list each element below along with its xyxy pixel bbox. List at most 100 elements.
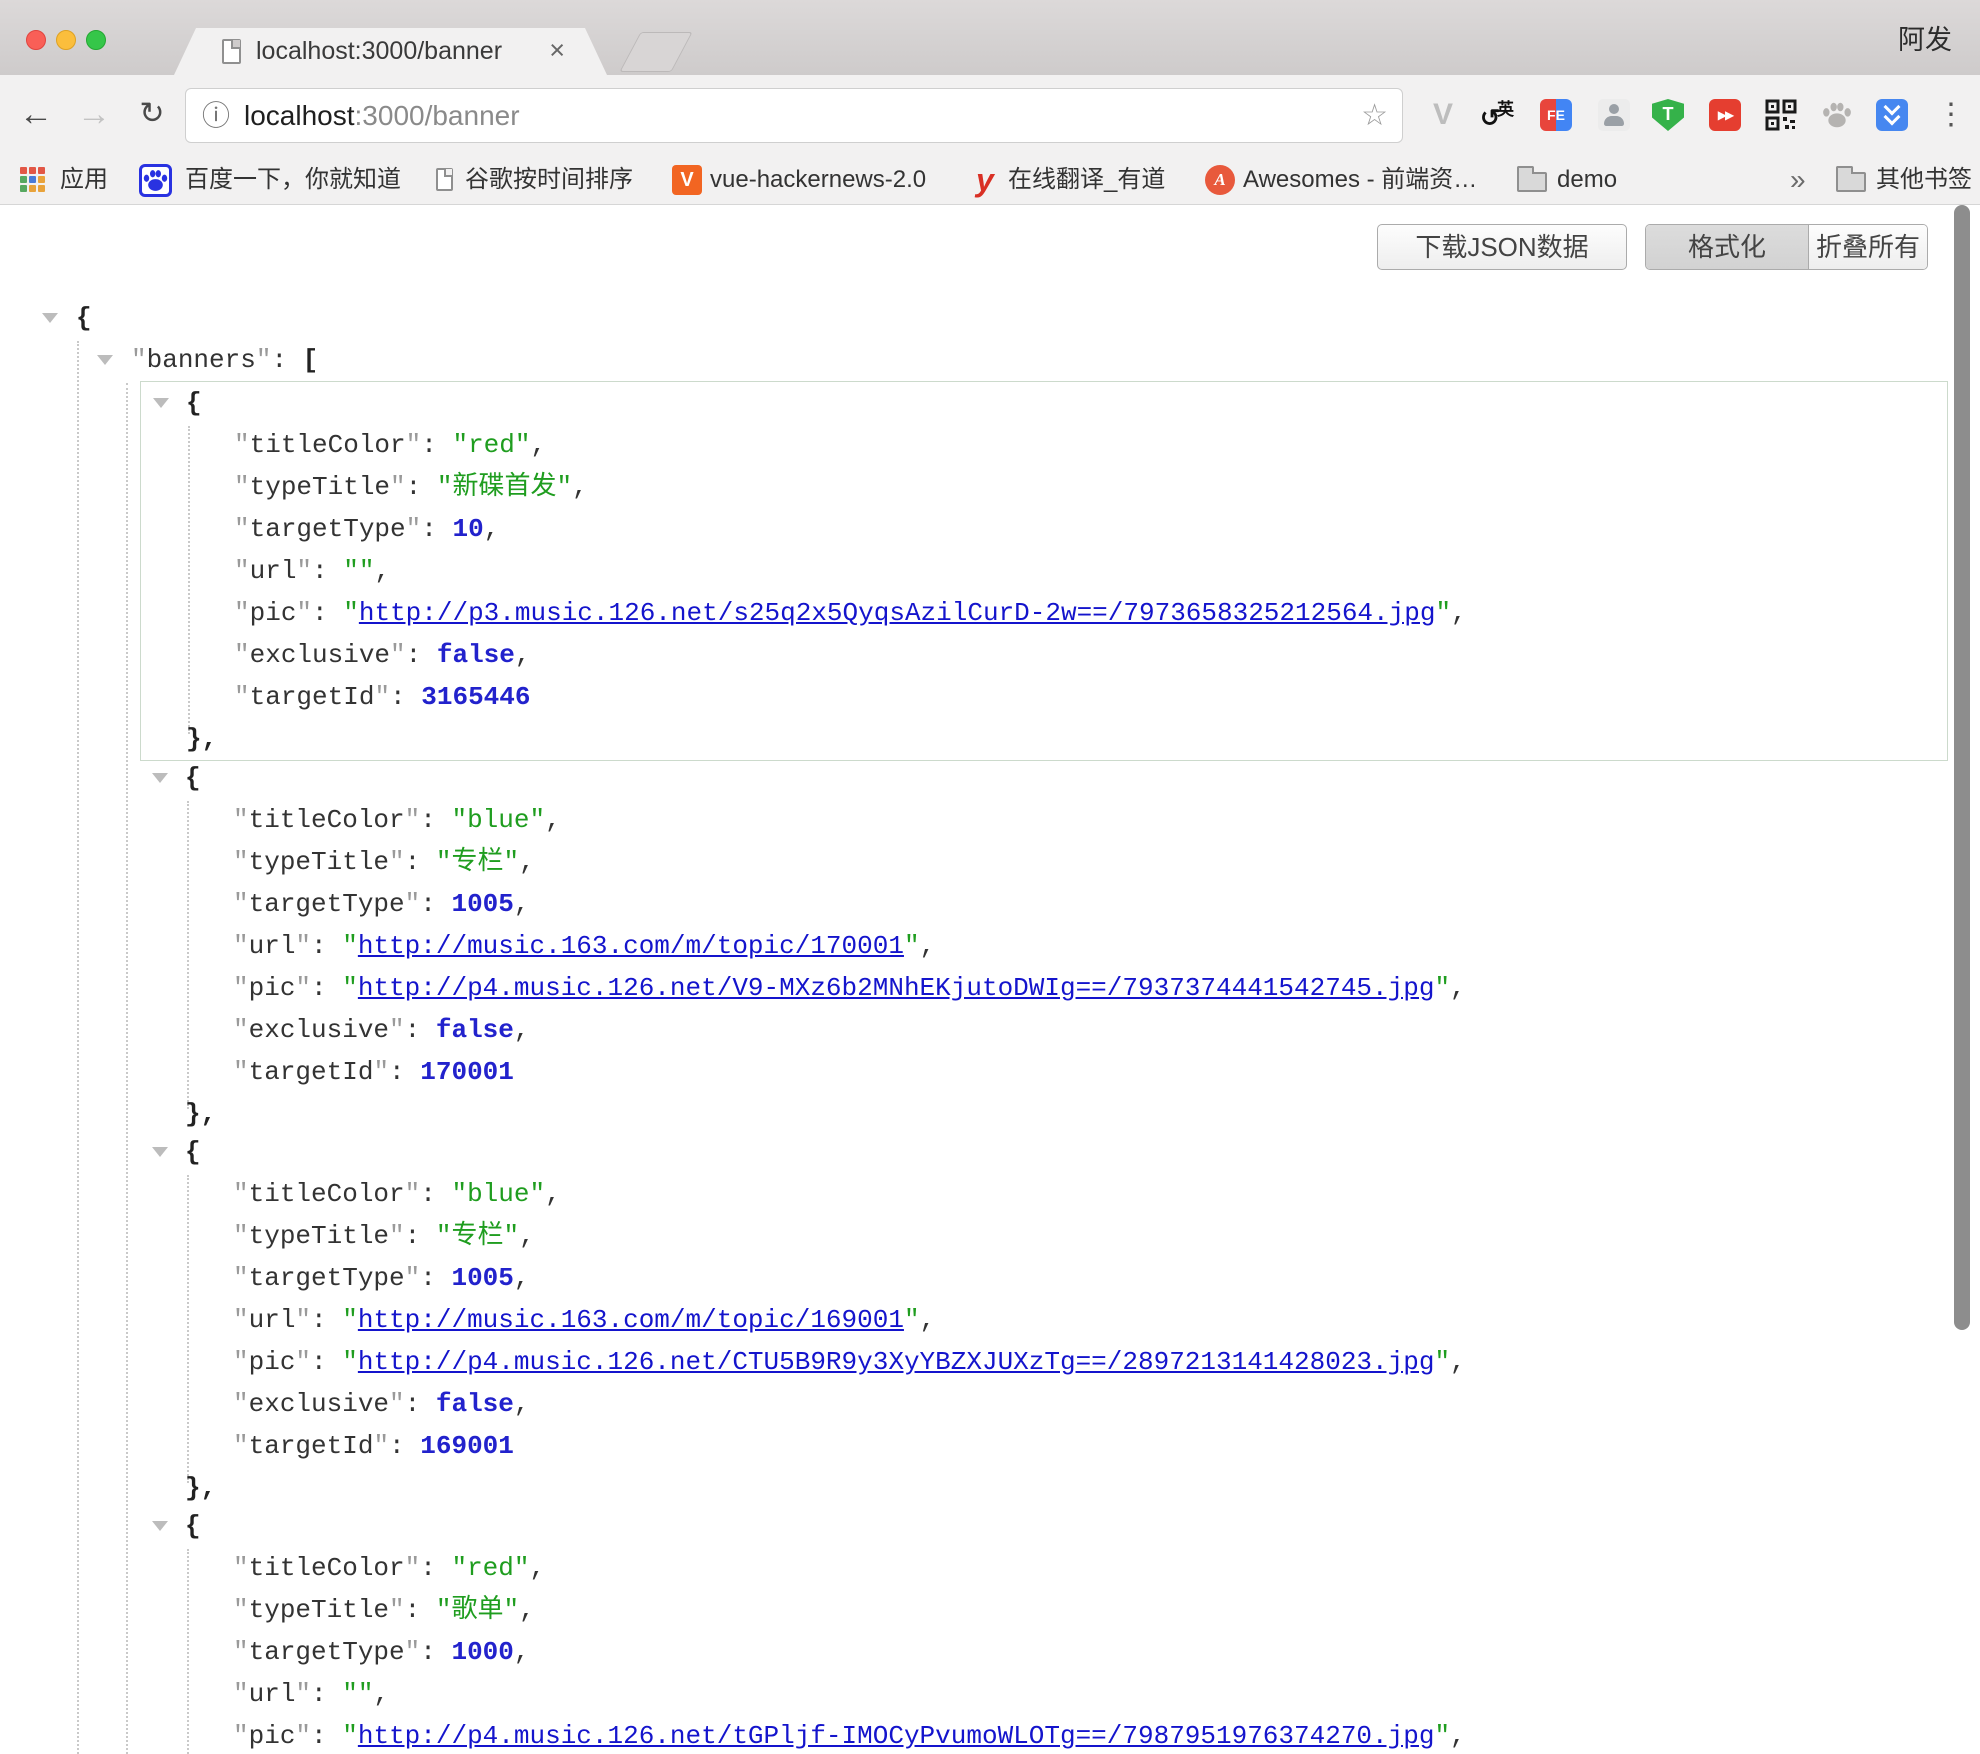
bookmark-star-icon[interactable]: ☆ <box>1361 89 1388 142</box>
banner-object: {"titleColor": "blue","typeTitle": "专栏",… <box>140 1131 1948 1509</box>
json-property-line: "titleColor": "blue", <box>140 1173 1948 1215</box>
baidu-paw-icon <box>139 164 172 197</box>
json-property-line: "targetId": 3165446 <box>141 676 1947 718</box>
back-button[interactable]: ← <box>14 75 58 155</box>
forward-button[interactable]: → <box>72 75 116 155</box>
folder-icon <box>1517 172 1547 192</box>
person-icon[interactable] <box>1598 99 1630 131</box>
close-window-button[interactable] <box>26 30 46 50</box>
folder-icon <box>1836 172 1866 192</box>
youdao-y-icon: y <box>976 155 994 205</box>
bookmarks-bar: 应用 百度一下，你就知道 谷歌按时间排序 V vue-hackernews-2.… <box>0 155 1980 205</box>
chrome-menu-icon[interactable]: ⋮ <box>1936 93 1966 137</box>
url-text: localhost:3000/banner <box>244 89 520 142</box>
object-close-line: }, <box>140 1467 1948 1509</box>
object-open-line: { <box>140 757 1948 799</box>
profile-name[interactable]: 阿发 <box>1898 18 1952 57</box>
translate-icon[interactable]: ↺ 英 <box>1482 99 1514 131</box>
object-close-line: }, <box>140 1093 1948 1135</box>
json-property-line: "titleColor": "red", <box>141 424 1947 466</box>
json-property-line: "targetId": 169001 <box>140 1425 1948 1467</box>
json-property-line: "pic": "http://p4.music.126.net/CTU5B9R9… <box>140 1341 1948 1383</box>
vue-devtools-icon[interactable]: V <box>1427 99 1459 131</box>
json-link[interactable]: http://p4.music.126.net/V9-MXz6b2MNhEKju… <box>358 973 1435 1003</box>
json-property-line: "targetId": 170001 <box>140 1051 1948 1093</box>
collapse-caret-icon[interactable] <box>97 355 113 365</box>
address-bar[interactable]: ⓘ localhost:3000/banner ☆ <box>185 88 1403 143</box>
fast-forward-icon[interactable]: ▶▶ <box>1709 99 1741 131</box>
translate-zh-glyph: 英 <box>1497 95 1514 120</box>
json-property-line: "typeTitle": "新碟首发", <box>141 466 1947 508</box>
view-mode-group: 格式化 折叠所有 <box>1645 224 1928 270</box>
tab-close-icon[interactable]: × <box>549 28 565 73</box>
apps-grid-icon <box>20 167 46 193</box>
awesomes-a-icon: A <box>1205 165 1235 195</box>
title-bar: localhost:3000/banner × 阿发 <box>0 0 1980 75</box>
json-property-line: "titleColor": "red", <box>140 1547 1948 1589</box>
json-property-line: "exclusive": false, <box>141 634 1947 676</box>
scrollbar-thumb[interactable] <box>1954 205 1970 1330</box>
collapse-caret-icon[interactable] <box>152 1521 168 1531</box>
collapse-caret-icon[interactable] <box>152 1147 168 1157</box>
json-link[interactable]: http://music.163.com/m/topic/169001 <box>358 1305 904 1335</box>
info-icon[interactable]: ⓘ <box>202 89 230 142</box>
browser-window: localhost:3000/banner × 阿发 ← → ↻ ⓘ local… <box>0 0 1980 1754</box>
collapse-caret-icon[interactable] <box>153 398 169 408</box>
chevrons-icon[interactable] <box>1876 99 1908 131</box>
indent-guide <box>126 383 128 1754</box>
json-property-line: "exclusive": false, <box>140 1383 1948 1425</box>
fehelper-icon[interactable]: FE <box>1540 99 1572 131</box>
json-link[interactable]: http://music.163.com/m/topic/170001 <box>358 931 904 961</box>
object-open-line: { <box>140 1131 1948 1173</box>
json-property-line: "pic": "http://p4.music.126.net/tGPljf-I… <box>140 1715 1948 1754</box>
tab-title: localhost:3000/banner <box>256 28 502 75</box>
page-favicon-icon <box>222 39 241 64</box>
collapse-all-button[interactable]: 折叠所有 <box>1809 225 1927 269</box>
json-property-line: "exclusive": false, <box>140 1009 1948 1051</box>
vue-v-icon: V <box>672 165 702 195</box>
qr-code-icon[interactable] <box>1765 99 1797 131</box>
json-property-line: "targetType": 1000, <box>140 1631 1948 1673</box>
format-button[interactable]: 格式化 <box>1646 225 1809 269</box>
json-property-line: "url": "http://music.163.com/m/topic/169… <box>140 1299 1948 1341</box>
json-property-line: "typeTitle": "专栏", <box>140 841 1948 883</box>
json-link[interactable]: http://p4.music.126.net/tGPljf-IMOCyPvum… <box>358 1721 1435 1751</box>
reload-button[interactable]: ↻ <box>130 75 174 155</box>
collapse-caret-icon[interactable] <box>152 773 168 783</box>
json-property-line: "url": "", <box>141 550 1947 592</box>
browser-tab[interactable]: localhost:3000/banner × <box>174 28 607 75</box>
json-property-line: "pic": "http://p3.music.126.net/s25q2x5Q… <box>141 592 1947 634</box>
page-icon <box>436 168 453 191</box>
toolbar: ← → ↻ ⓘ localhost:3000/banner ☆ V ↺ 英 FE… <box>0 75 1980 155</box>
paw-icon[interactable] <box>1821 99 1853 131</box>
json-link[interactable]: http://p3.music.126.net/s25q2x5QyqsAzilC… <box>359 598 1436 628</box>
download-json-button[interactable]: 下载JSON数据 <box>1377 224 1627 270</box>
banner-object: {"titleColor": "red","typeTitle": "新碟首发"… <box>140 381 1948 761</box>
json-property-line: "url": "http://music.163.com/m/topic/170… <box>140 925 1948 967</box>
shield-icon[interactable]: T <box>1652 99 1684 131</box>
json-banners-key: "banners": [ <box>0 339 1980 381</box>
object-close-line: }, <box>141 718 1947 760</box>
page-content: 下载JSON数据 格式化 折叠所有 {"banners": [{"titleCo… <box>0 205 1980 1754</box>
json-property-line: "typeTitle": "歌单", <box>140 1589 1948 1631</box>
json-root-open: { <box>0 297 1980 339</box>
new-tab-button[interactable] <box>619 32 692 72</box>
object-open-line: { <box>140 1505 1948 1547</box>
json-property-line: "pic": "http://p4.music.126.net/V9-MXz6b… <box>140 967 1948 1009</box>
json-link[interactable]: http://p4.music.126.net/CTU5B9R9y3XyYBZX… <box>358 1347 1435 1377</box>
indent-guide <box>77 341 79 1754</box>
banner-object: {"titleColor": "red","typeTitle": "歌单","… <box>140 1505 1948 1754</box>
bookmarks-overflow-chevron[interactable]: » <box>1790 155 1806 205</box>
collapse-caret-icon[interactable] <box>42 313 58 323</box>
object-open-line: { <box>141 382 1947 424</box>
json-property-line: "targetType": 1005, <box>140 1257 1948 1299</box>
json-property-line: "targetType": 10, <box>141 508 1947 550</box>
banner-object: {"titleColor": "blue","typeTitle": "专栏",… <box>140 757 1948 1135</box>
json-tree: {"banners": [{"titleColor": "red","typeT… <box>0 297 1980 1754</box>
json-property-line: "typeTitle": "专栏", <box>140 1215 1948 1257</box>
zoom-window-button[interactable] <box>86 30 106 50</box>
json-property-line: "titleColor": "blue", <box>140 799 1948 841</box>
minimize-window-button[interactable] <box>56 30 76 50</box>
json-property-line: "url": "", <box>140 1673 1948 1715</box>
json-property-line: "targetType": 1005, <box>140 883 1948 925</box>
